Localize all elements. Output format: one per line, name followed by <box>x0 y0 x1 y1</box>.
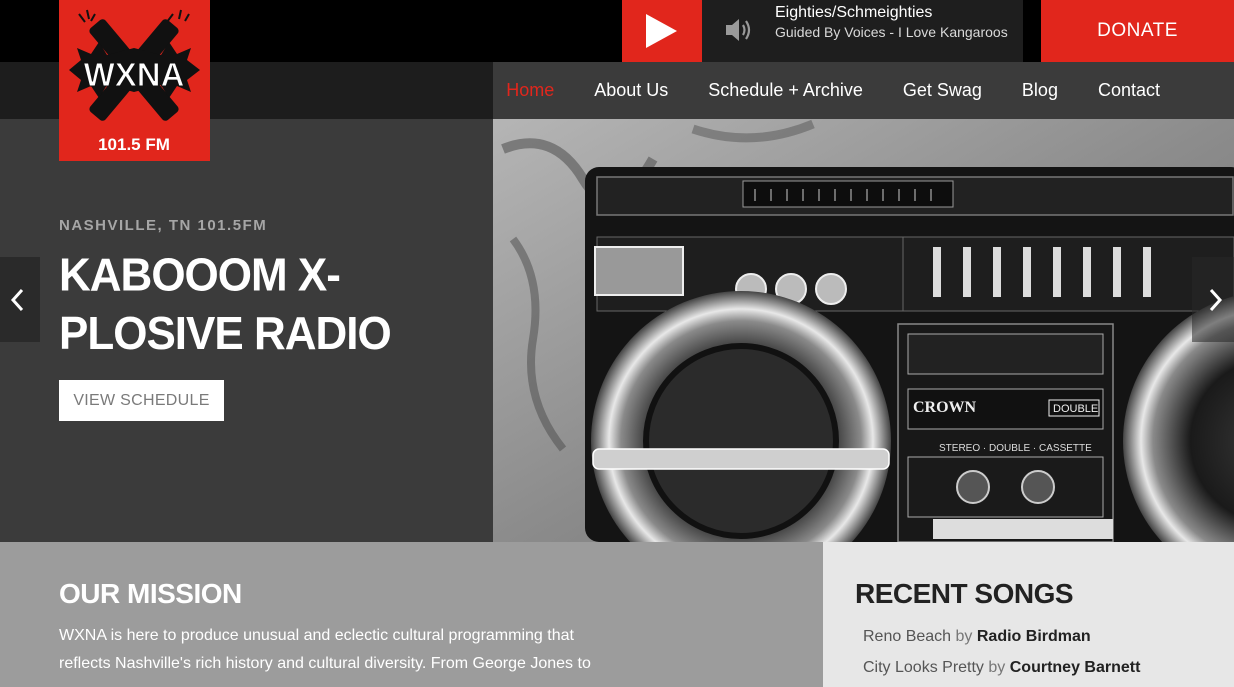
play-icon <box>646 14 677 48</box>
recent-songs-section: RECENT SONGS Reno Beach by Radio Birdman… <box>823 542 1234 687</box>
hero-boombox-image: CROWN DOUBLE STEREO · DOUBLE · CASSETTE <box>493 119 1234 542</box>
song-by: by <box>988 659 1006 676</box>
chevron-right-icon <box>1209 289 1223 311</box>
now-playing-panel: Eighties/Schmeighties Guided By Voices -… <box>702 0 1023 62</box>
nav-item-home[interactable]: Home <box>486 80 574 101</box>
nav-item-about-us[interactable]: About Us <box>574 80 688 101</box>
song-artist: Courtney Barnett <box>1009 659 1141 676</box>
song-title: Reno Beach <box>863 628 952 645</box>
now-playing-title: Eighties/Schmeighties <box>775 4 933 21</box>
nav-item-contact[interactable]: Contact <box>1078 80 1180 101</box>
list-item[interactable]: Reno Beach by Radio Birdman <box>863 628 1091 646</box>
song-by: by <box>955 628 973 645</box>
main-nav: Home About Us Schedule + Archive Get Swa… <box>486 62 1180 119</box>
hero-kicker: NASHVILLE, TN 101.5FM <box>59 217 268 234</box>
play-button[interactable] <box>622 0 702 62</box>
view-schedule-button[interactable]: VIEW SCHEDULE <box>59 380 224 421</box>
donate-button[interactable]: DONATE <box>1041 0 1234 62</box>
boombox-brand-text: CROWN <box>913 399 977 416</box>
recent-songs-title: RECENT SONGS <box>855 578 1074 609</box>
carousel-prev-button[interactable] <box>0 257 40 342</box>
logo-wordmark: WXNA <box>84 56 185 93</box>
song-artist: Radio Birdman <box>976 628 1091 645</box>
boombox-illustration: CROWN DOUBLE STEREO · DOUBLE · CASSETTE <box>493 119 1234 542</box>
boombox-badge-text: DOUBLE <box>1053 403 1098 415</box>
volume-icon[interactable] <box>724 16 756 44</box>
logo-frequency: 101.5 FM <box>98 135 170 154</box>
mission-section: OUR MISSION WXNA is here to produce unus… <box>0 542 823 687</box>
carousel-next-button[interactable] <box>1192 257 1234 342</box>
nav-item-get-swag[interactable]: Get Swag <box>883 80 1002 101</box>
boombox-caption-text: STEREO · DOUBLE · CASSETTE <box>939 443 1092 454</box>
mission-title: OUR MISSION <box>59 578 242 609</box>
song-title: City Looks Pretty <box>863 659 984 676</box>
station-logo[interactable]: WXNA 101.5 FM <box>59 0 210 161</box>
mission-text: WXNA is here to produce unusual and ecle… <box>59 627 591 672</box>
dynamite-x-logo: WXNA 101.5 FM <box>69 9 200 154</box>
now-playing-subtitle: Guided By Voices - I Love Kangaroos <box>775 24 1008 40</box>
list-item[interactable]: City Looks Pretty by Courtney Barnett <box>863 659 1140 677</box>
hero-headline: KABOOOM X-PLOSIVE RADIO <box>59 249 392 360</box>
chevron-left-icon <box>10 289 24 311</box>
nav-item-schedule-archive[interactable]: Schedule + Archive <box>688 80 883 101</box>
nav-item-blog[interactable]: Blog <box>1002 80 1078 101</box>
